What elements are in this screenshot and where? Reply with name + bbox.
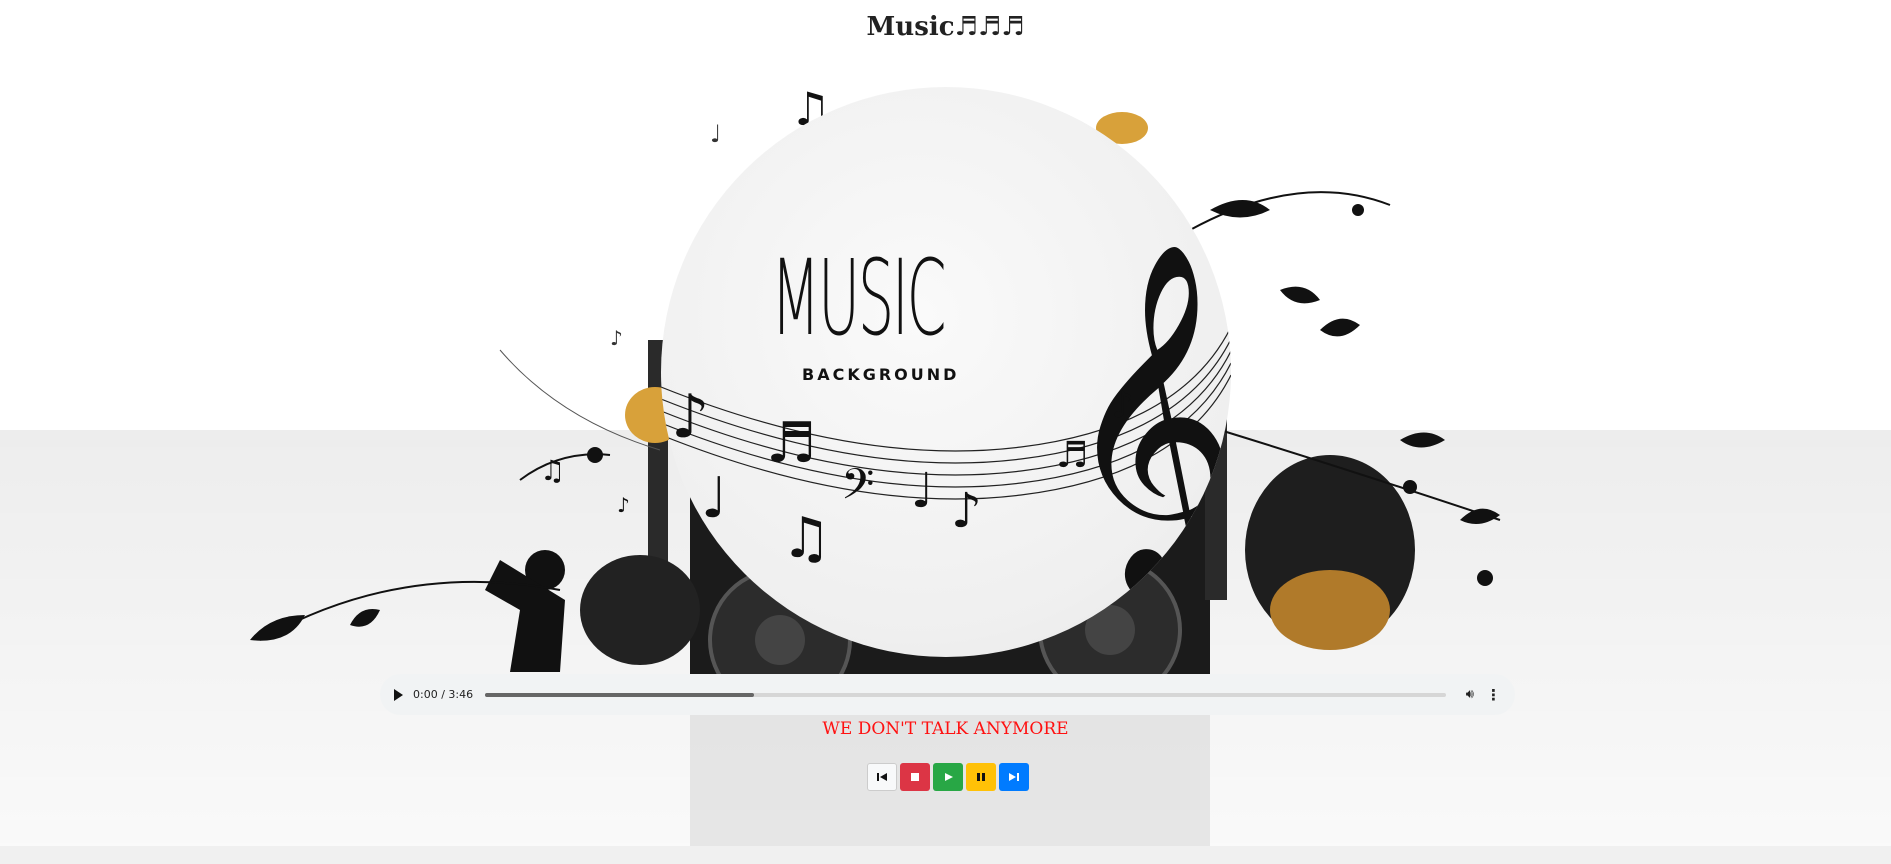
svg-text:♫: ♫ (781, 506, 831, 571)
previous-button[interactable] (867, 763, 897, 791)
bottom-bar (0, 846, 1891, 864)
svg-text:♪: ♪ (610, 326, 623, 350)
seek-bar-fill (485, 692, 755, 697)
stop-icon (911, 773, 919, 781)
svg-text:♬: ♬ (1056, 435, 1088, 476)
svg-text:♪: ♪ (617, 493, 630, 517)
svg-text:♪: ♪ (671, 382, 709, 452)
volume-icon[interactable]: 🔊︎ (1466, 687, 1474, 702)
more-options-icon[interactable]: ⋮ (1486, 686, 1501, 704)
skip-next-icon (1009, 773, 1019, 781)
svg-text:𝄢: 𝄢 (841, 460, 874, 520)
svg-text:♩: ♩ (911, 463, 934, 519)
time-display: 0:00 / 3:46 (413, 688, 474, 701)
svg-text:𝄞: 𝄞 (1061, 239, 1231, 606)
skip-previous-icon (877, 773, 887, 781)
pause-icon (977, 773, 985, 781)
svg-text:♫: ♫ (540, 454, 565, 487)
svg-text:♬: ♬ (766, 411, 816, 476)
music-staff-illustration: ♪ ♩ ♬ ♫ 𝄢 ♩ ♪ 𝄞 ♬ ♪ (661, 239, 1231, 606)
seek-bar[interactable] (485, 692, 1446, 697)
play-icon (945, 773, 953, 781)
svg-text:♩: ♩ (701, 466, 727, 531)
stop-button[interactable] (900, 763, 930, 791)
audio-player[interactable]: 0:00 / 3:46 🔊︎ ⋮ (380, 674, 1515, 715)
play-icon[interactable] (394, 688, 403, 701)
next-button[interactable] (999, 763, 1029, 791)
pause-button[interactable] (966, 763, 996, 791)
song-title: WE DON'T TALK ANYMORE (822, 719, 1069, 739)
play-button[interactable] (933, 763, 963, 791)
album-artwork: MUSIC BACKGROUND ♪ ♩ ♬ ♫ 𝄢 ♩ ♪ 𝄞 ♬ ♪ (661, 87, 1231, 657)
svg-text:♪: ♪ (951, 483, 982, 539)
svg-text:♪: ♪ (1111, 385, 1134, 426)
playback-controls (867, 763, 1029, 791)
